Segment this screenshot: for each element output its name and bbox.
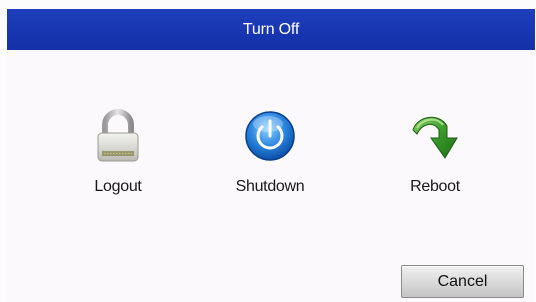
dialog-title: Turn Off [242,20,300,38]
shutdown-option[interactable]: Shutdown [215,108,325,208]
logout-label: Logout [94,178,142,195]
turn-off-dialog: Turn Off Logout Shutdown Reboot Cancel [0,0,536,302]
reboot-arrow-icon [407,108,463,164]
shutdown-label: Shutdown [235,178,305,195]
reboot-option[interactable]: Reboot [380,108,490,208]
cancel-button[interactable]: Cancel [401,265,524,298]
dialog-title-bar: Turn Off [7,9,535,50]
reboot-label: Reboot [410,178,460,195]
logout-option[interactable]: Logout [63,108,173,208]
lock-icon [90,108,146,164]
power-icon [242,108,298,164]
